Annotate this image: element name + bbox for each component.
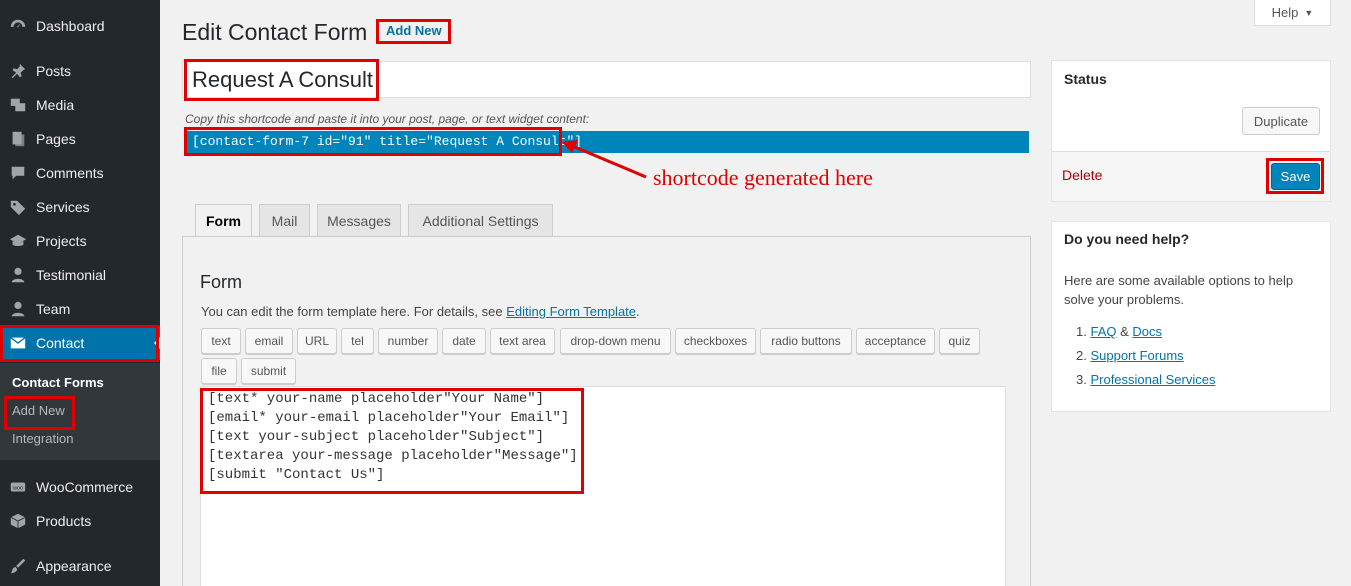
sidebar-item-pages[interactable]: Pages xyxy=(0,122,160,156)
sidebar-item-dashboard[interactable]: Dashboard xyxy=(0,9,160,43)
annotation-arrow xyxy=(562,140,647,179)
woo-icon: woo xyxy=(0,478,36,496)
sidebar-item-label: Dashboard xyxy=(36,18,105,34)
sidebar-item-label: Projects xyxy=(36,233,87,249)
svg-text:woo: woo xyxy=(12,485,23,491)
sidebar-item-products[interactable]: Products xyxy=(0,504,160,538)
submenu-contact-forms[interactable]: Contact Forms xyxy=(12,375,104,390)
help-label: Help xyxy=(1271,5,1299,20)
faq-link[interactable]: FAQ xyxy=(1090,324,1116,339)
highlight-box xyxy=(200,388,584,494)
tag-button-text[interactable]: text xyxy=(201,328,241,354)
list-number: 2. xyxy=(1076,348,1087,363)
help-text: Here are some available options to help … xyxy=(1064,273,1294,307)
form-panel-description: You can edit the form template here. For… xyxy=(201,304,640,319)
dashboard-icon xyxy=(0,17,36,35)
highlight-box xyxy=(4,396,75,430)
separator: & xyxy=(1116,324,1133,339)
highlight-box xyxy=(184,127,562,156)
tag-button-date[interactable]: date xyxy=(442,328,486,354)
editing-form-template-link[interactable]: Editing Form Template xyxy=(506,304,636,319)
docs-link[interactable]: Docs xyxy=(1132,324,1162,339)
highlight-box xyxy=(376,19,451,44)
sidebar-item-comments[interactable]: Comments xyxy=(0,156,160,190)
sidebar-item-media[interactable]: Media xyxy=(0,88,160,122)
graduation-icon xyxy=(0,232,36,250)
professional-services-link[interactable]: Professional Services xyxy=(1090,372,1215,387)
description-suffix: . xyxy=(636,304,640,319)
tag-icon xyxy=(0,198,36,216)
status-title: Status xyxy=(1064,71,1107,87)
tag-button-textarea[interactable]: text area xyxy=(490,328,555,354)
list-number: 1. xyxy=(1076,324,1087,339)
sidebar-item-label: Services xyxy=(36,199,90,215)
submenu-integration[interactable]: Integration xyxy=(12,431,73,446)
sidebar-item-label: Products xyxy=(36,513,92,529)
tag-button-url[interactable]: URL xyxy=(297,328,337,354)
list-number: 3. xyxy=(1076,372,1087,387)
highlight-box xyxy=(0,325,159,362)
highlight-box xyxy=(1266,158,1324,194)
tab-mail[interactable]: Mail xyxy=(259,204,310,237)
sidebar-item-label: Posts xyxy=(36,63,72,79)
media-icon xyxy=(0,96,36,114)
tab-messages[interactable]: Messages xyxy=(317,204,401,237)
help-title: Do you need help? xyxy=(1064,231,1190,247)
tab-form[interactable]: Form xyxy=(195,204,252,238)
tag-button-tel[interactable]: tel xyxy=(341,328,374,354)
duplicate-button[interactable]: Duplicate xyxy=(1242,107,1320,135)
help-list-item: 1. FAQ & Docs xyxy=(1076,324,1162,339)
sidebar-item-label: Pages xyxy=(36,131,76,147)
sidebar-item-label: Testimonial xyxy=(36,267,107,283)
form-panel-title: Form xyxy=(200,272,242,292)
sidebar-item-woocommerce[interactable]: woo WooCommerce xyxy=(0,470,160,504)
person-icon xyxy=(0,300,36,318)
brush-icon xyxy=(0,557,36,575)
support-forums-link[interactable]: Support Forums xyxy=(1090,348,1183,363)
sidebar-item-label: Appearance xyxy=(36,558,112,574)
tag-button-checkboxes[interactable]: checkboxes xyxy=(675,328,756,354)
tab-additional-settings[interactable]: Additional Settings xyxy=(408,204,553,237)
sidebar-item-label: Team xyxy=(36,301,71,317)
tag-button-radio[interactable]: radio buttons xyxy=(760,328,852,354)
description-text: You can edit the form template here. For… xyxy=(201,304,507,319)
help-list-item: 2. Support Forums xyxy=(1076,348,1184,363)
admin-sidebar: Dashboard Posts Media Pages Comments Ser… xyxy=(0,0,160,586)
sidebar-item-label: WooCommerce xyxy=(36,479,133,495)
sidebar-item-label: Comments xyxy=(36,165,104,181)
tag-button-quiz[interactable]: quiz xyxy=(939,328,980,354)
annotation-label: shortcode generated here xyxy=(653,165,873,190)
tag-button-dropdown[interactable]: drop-down menu xyxy=(560,328,671,354)
tag-button-email[interactable]: email xyxy=(245,328,293,354)
tag-button-submit[interactable]: submit xyxy=(241,358,296,384)
page-title: Edit Contact Form xyxy=(182,19,368,45)
sidebar-item-services[interactable]: Services xyxy=(0,190,160,224)
pin-icon xyxy=(0,62,36,80)
sidebar-item-team[interactable]: Team xyxy=(0,292,160,326)
tag-button-acceptance[interactable]: acceptance xyxy=(856,328,935,354)
sidebar-item-appearance[interactable]: Appearance xyxy=(0,549,160,583)
comment-icon xyxy=(0,164,36,182)
pages-icon xyxy=(0,130,36,148)
tag-button-number[interactable]: number xyxy=(378,328,438,354)
tag-button-file[interactable]: file xyxy=(201,358,237,384)
caret-down-icon: ▼ xyxy=(1304,7,1314,18)
highlight-box xyxy=(184,59,379,101)
sidebar-item-label: Media xyxy=(36,97,75,113)
shortcode-hint: Copy this shortcode and paste it into yo… xyxy=(185,112,590,126)
sidebar-item-posts[interactable]: Posts xyxy=(0,54,160,88)
box-icon xyxy=(0,512,36,530)
sidebar-item-projects[interactable]: Projects xyxy=(0,224,160,258)
sidebar-item-testimonial[interactable]: Testimonial xyxy=(0,258,160,292)
help-tab-button[interactable]: Help ▼ xyxy=(1254,0,1331,26)
person-icon xyxy=(0,266,36,284)
delete-link[interactable]: Delete xyxy=(1062,167,1102,183)
help-list-item: 3. Professional Services xyxy=(1076,372,1215,387)
